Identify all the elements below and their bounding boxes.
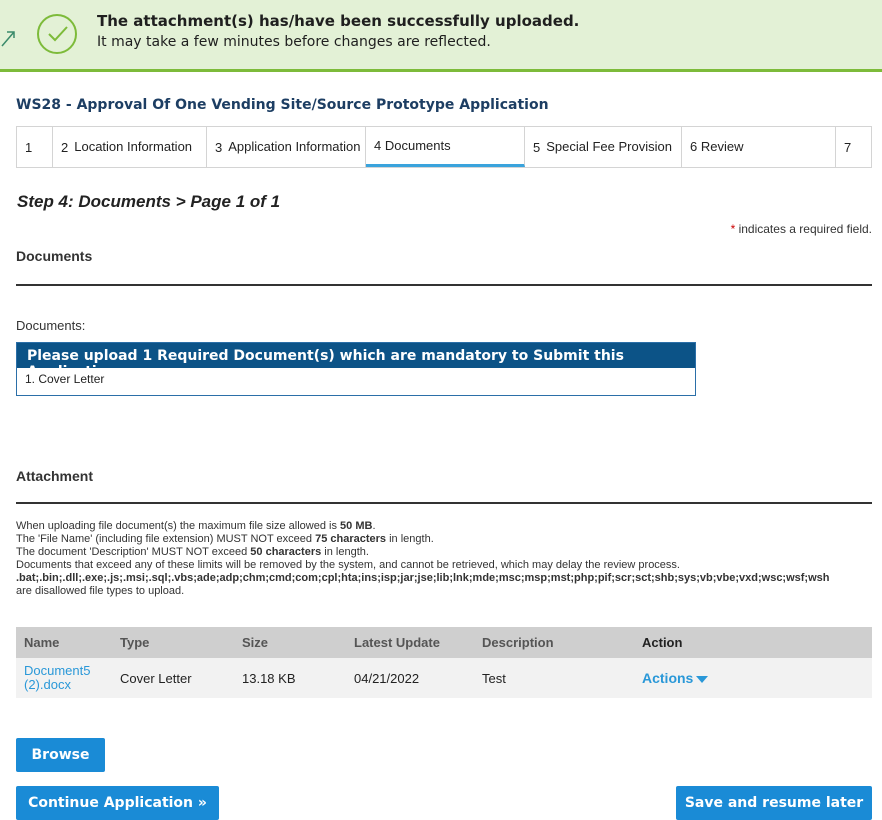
- document-date: 04/21/2022: [354, 670, 420, 686]
- step-number: 5: [533, 139, 541, 155]
- check-circle-icon: [37, 14, 77, 54]
- rule-bold: 50 characters: [250, 546, 322, 558]
- step-number: 7: [844, 139, 852, 155]
- application-title: WS28 - Approval Of One Vending Site/Sour…: [16, 97, 549, 113]
- step-number: 2: [61, 139, 69, 155]
- table-row: Document5 (2).docx Cover Letter 13.18 KB…: [16, 658, 872, 698]
- column-header-type[interactable]: Type: [118, 635, 240, 650]
- step-1[interactable]: 1: [17, 127, 53, 167]
- arrow-icon: [1, 31, 15, 47]
- banner-title: The attachment(s) has/have been successf…: [97, 12, 580, 30]
- step-label: Special Fee Provision: [546, 139, 672, 154]
- section-divider: [16, 502, 872, 504]
- step-4-documents[interactable]: 4 Documents: [366, 127, 525, 167]
- success-banner: The attachment(s) has/have been successf…: [0, 0, 882, 72]
- step-number: 3: [215, 139, 223, 155]
- table-header: Name Type Size Latest Update Description…: [16, 627, 872, 658]
- required-field-note: * indicates a required field.: [731, 222, 872, 236]
- rule-text: The 'File Name' (including file extensio…: [16, 533, 316, 545]
- attachment-section-title: Attachment: [16, 468, 94, 484]
- step-5-special-fee[interactable]: 5 Special Fee Provision: [525, 127, 682, 167]
- rule-bold: 75 characters: [315, 533, 387, 545]
- rule-text: .: [372, 520, 376, 532]
- step-label: Application Information: [228, 139, 361, 154]
- document-description: Test: [482, 670, 506, 686]
- step-navigation: 1 2 Location Information 3 Application I…: [16, 126, 872, 168]
- step-6-review[interactable]: 6 Review: [682, 127, 836, 167]
- step-label: Location Information: [74, 139, 193, 154]
- step-number: 1: [25, 139, 33, 155]
- disallowed-extensions: .bat;.bin;.dll;.exe;.js;.msi;.sql;.vbs;a…: [16, 572, 830, 584]
- attachments-table: Name Type Size Latest Update Description…: [16, 627, 872, 698]
- document-link[interactable]: Document5 (2).docx: [24, 664, 104, 692]
- step-heading: Step 4: Documents > Page 1 of 1: [17, 192, 281, 211]
- rule-text: in length.: [386, 533, 434, 545]
- required-note-text: indicates a required field.: [738, 222, 872, 236]
- column-header-description[interactable]: Description: [480, 635, 640, 650]
- documents-label: Documents:: [16, 318, 86, 333]
- upload-rules: When uploading file document(s) the maxi…: [16, 520, 882, 598]
- actions-dropdown[interactable]: Actions: [642, 670, 709, 686]
- step-3-application[interactable]: 3 Application Information: [207, 127, 366, 167]
- document-size: 13.18 KB: [242, 670, 296, 686]
- column-header-latest-update[interactable]: Latest Update: [352, 635, 480, 650]
- column-header-name[interactable]: Name: [16, 635, 118, 650]
- required-documents-box: Please upload 1 Required Document(s) whi…: [16, 342, 696, 396]
- required-documents-header: Please upload 1 Required Document(s) whi…: [17, 343, 695, 380]
- caret-down-icon: [696, 675, 709, 683]
- continue-application-button[interactable]: Continue Application »: [16, 786, 219, 820]
- step-label: 6 Review: [690, 139, 744, 154]
- rule-text: The document 'Description' MUST NOT exce…: [16, 546, 251, 558]
- step-7[interactable]: 7: [836, 127, 871, 167]
- column-header-size[interactable]: Size: [240, 635, 352, 650]
- rule-text: are disallowed file types to upload.: [16, 585, 185, 597]
- browse-button[interactable]: Browse: [16, 738, 105, 772]
- rule-text: in length.: [321, 546, 369, 558]
- section-divider: [16, 284, 872, 286]
- step-2-location[interactable]: 2 Location Information: [53, 127, 207, 167]
- rule-text: Documents that exceed any of these limit…: [16, 559, 680, 571]
- save-and-resume-later-button[interactable]: Save and resume later: [676, 786, 872, 820]
- required-star: *: [730, 222, 736, 236]
- rule-bold: 50 MB: [340, 520, 373, 532]
- step-label: 4 Documents: [374, 137, 451, 153]
- rule-text: When uploading file document(s) the maxi…: [16, 520, 341, 532]
- documents-section-title: Documents: [16, 248, 93, 264]
- banner-subtitle: It may take a few minutes before changes…: [97, 34, 491, 50]
- document-type: Cover Letter: [120, 670, 192, 686]
- actions-label: Actions: [642, 670, 694, 686]
- column-header-action: Action: [642, 635, 683, 650]
